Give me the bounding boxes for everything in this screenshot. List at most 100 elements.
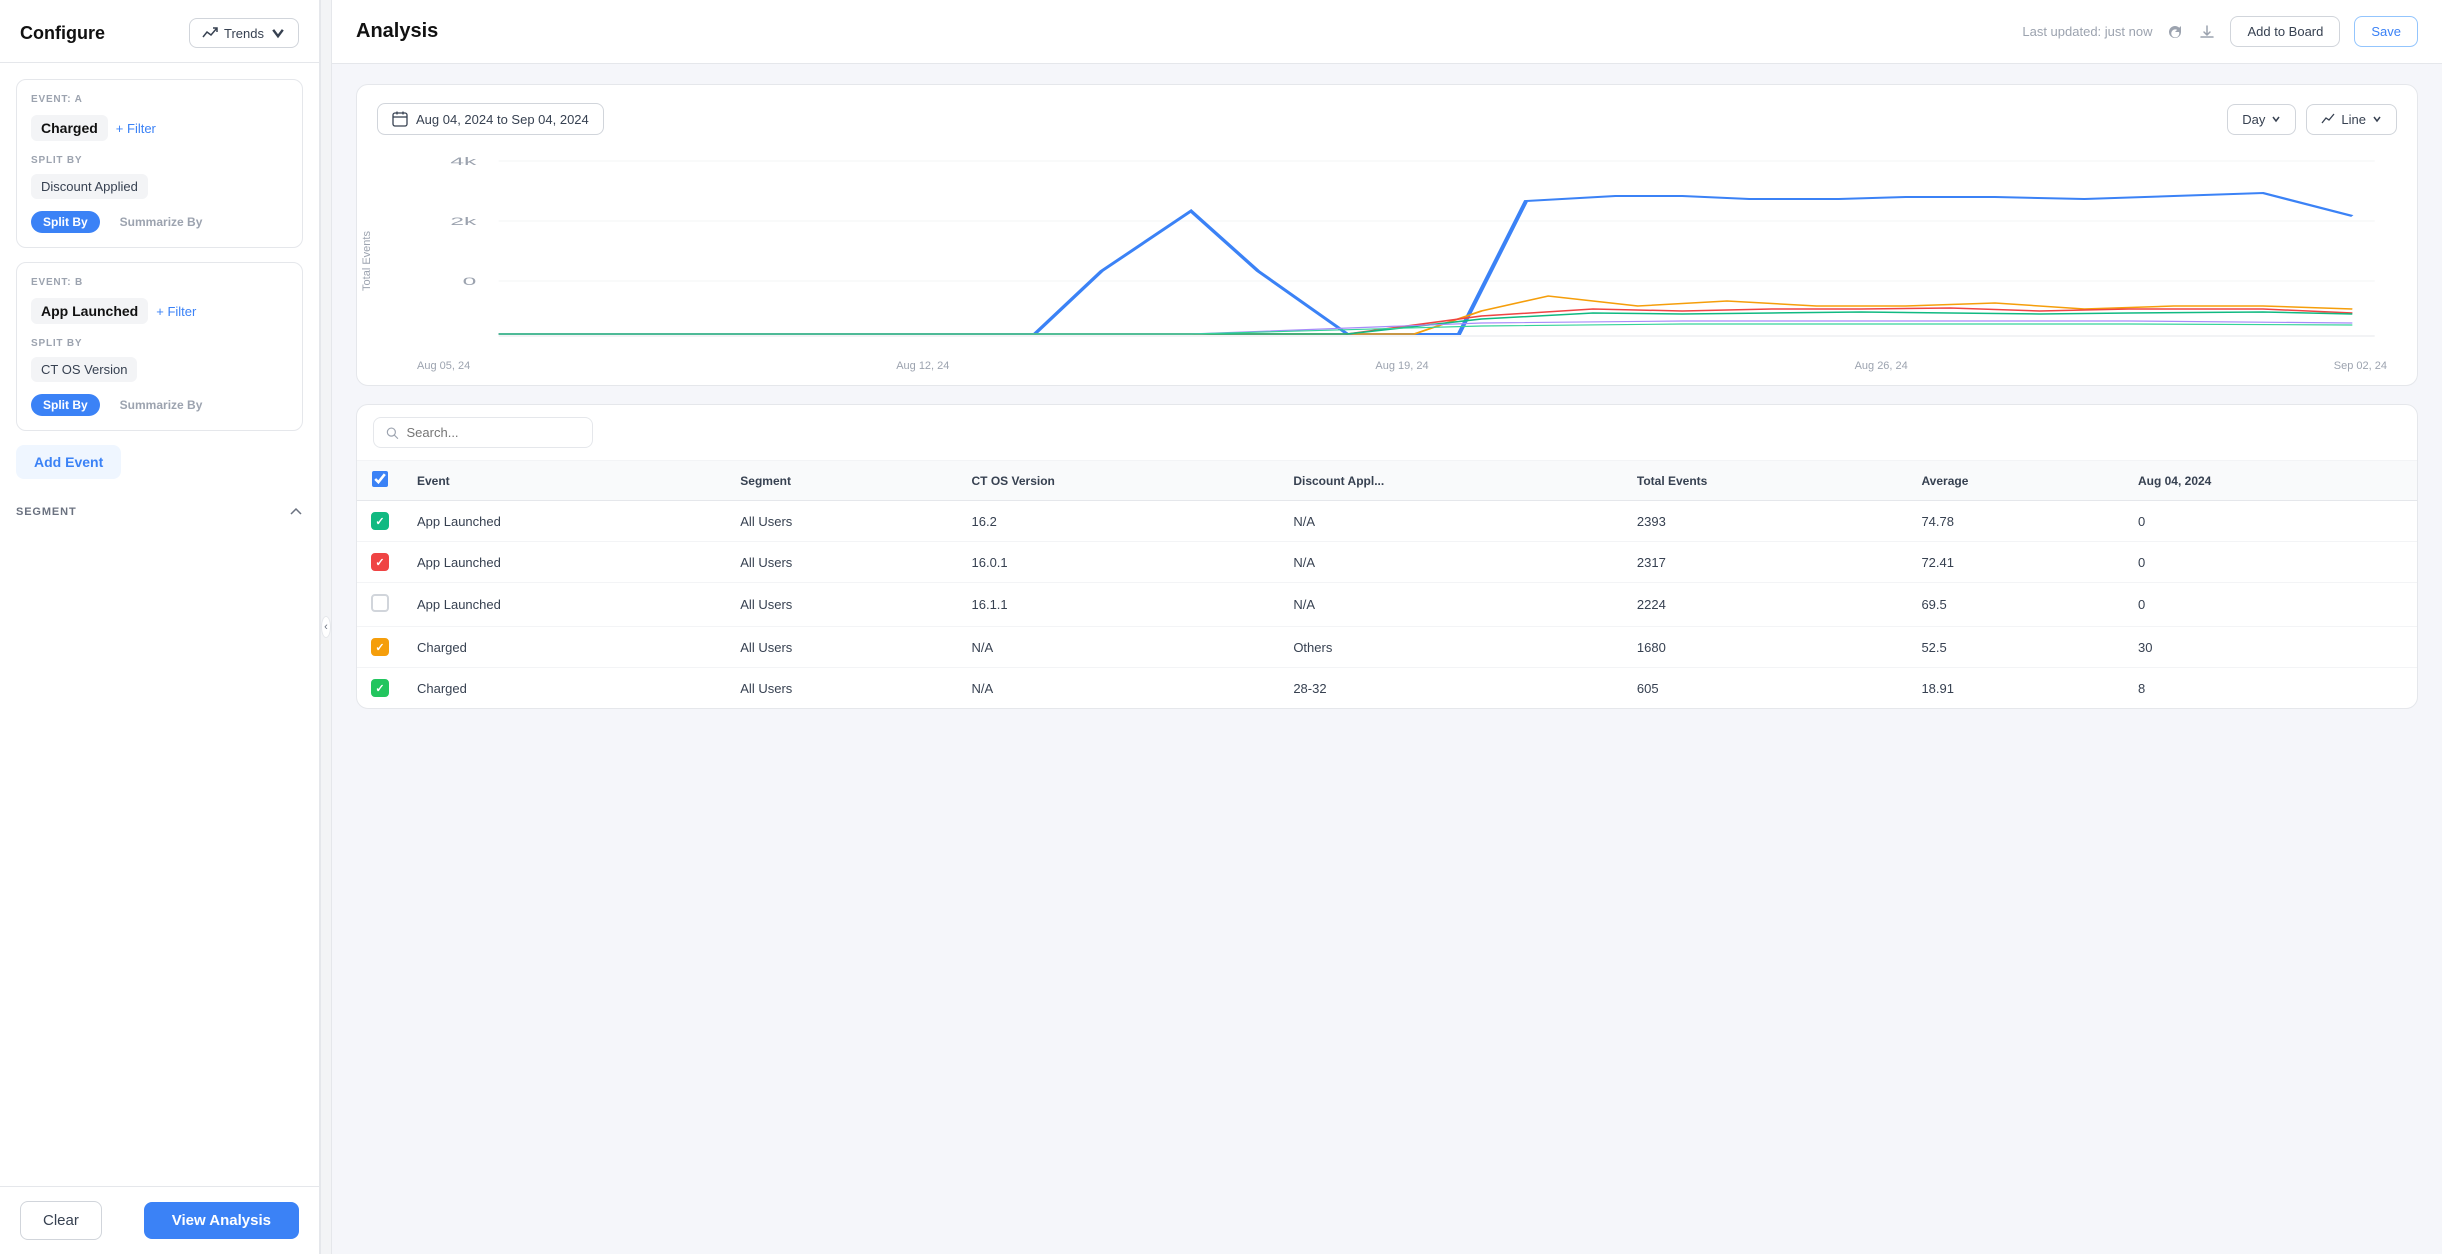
cell-average: 18.91 <box>1907 668 2124 709</box>
cell-discount: N/A <box>1279 542 1623 583</box>
results-table: Event Segment CT OS Version Discount App… <box>357 461 2417 708</box>
search-row <box>357 405 2417 461</box>
table-row: ✓ Charged All Users N/A Others 1680 52.5… <box>357 627 2417 668</box>
table-row: ✓ Charged All Users N/A 28-32 605 18.91 … <box>357 668 2417 709</box>
event-b-name-row: App Launched + Filter <box>31 298 288 324</box>
summarize-by-button-a[interactable]: Summarize By <box>108 211 215 233</box>
right-header-actions: Last updated: just now Add to Board Save <box>2022 16 2418 47</box>
split-by-button-b[interactable]: Split By <box>31 394 100 416</box>
col-discount: Discount Appl... <box>1279 461 1623 501</box>
save-button[interactable]: Save <box>2354 16 2418 47</box>
col-average: Average <box>1907 461 2124 501</box>
segment-header: SEGMENT <box>16 495 303 525</box>
select-all-cell <box>357 461 403 501</box>
event-b-label: EVENT: B <box>31 277 288 288</box>
event-b-name: App Launched <box>31 298 148 324</box>
cell-ct-os: 16.2 <box>958 501 1280 542</box>
trends-button[interactable]: Trends <box>189 18 299 48</box>
refresh-button[interactable] <box>2166 23 2184 41</box>
row-color-checkbox[interactable] <box>371 594 389 612</box>
y-axis-label: Total Events <box>361 231 373 291</box>
search-icon <box>386 426 399 440</box>
filter-b-button[interactable]: + Filter <box>156 304 196 319</box>
split-by-a-label: SPLIT BY <box>31 155 288 166</box>
row-color-checkbox[interactable]: ✓ <box>371 638 389 656</box>
chart-view-options: Day Line <box>2227 104 2397 135</box>
search-input[interactable] <box>407 425 580 440</box>
download-icon <box>2198 23 2216 41</box>
cell-event: App Launched <box>403 542 726 583</box>
segment-label: SEGMENT <box>16 506 77 518</box>
cell-event: App Launched <box>403 583 726 627</box>
download-button[interactable] <box>2198 23 2216 41</box>
cell-event: App Launched <box>403 501 726 542</box>
cell-total: 1680 <box>1623 627 1908 668</box>
select-all-checkbox[interactable] <box>372 471 388 487</box>
cell-event: Charged <box>403 668 726 709</box>
col-segment: Segment <box>726 461 957 501</box>
x-axis-labels: Aug 05, 24 Aug 12, 24 Aug 19, 24 Aug 26,… <box>387 356 2397 372</box>
row-checkbox-cell: ✓ <box>357 627 403 668</box>
event-a-name: Charged <box>31 115 108 141</box>
trends-icon <box>202 25 218 41</box>
split-by-button-a[interactable]: Split By <box>31 211 100 233</box>
analysis-title: Analysis <box>356 20 438 43</box>
date-range-button[interactable]: Aug 04, 2024 to Sep 04, 2024 <box>377 103 604 135</box>
cell-total: 2393 <box>1623 501 1908 542</box>
day-button[interactable]: Day <box>2227 104 2296 135</box>
chevron-up-icon <box>289 505 303 519</box>
table-header-row: Event Segment CT OS Version Discount App… <box>357 461 2417 501</box>
col-aug04: Aug 04, 2024 <box>2124 461 2417 501</box>
svg-text:2k: 2k <box>450 216 477 228</box>
event-a-label: EVENT: A <box>31 94 288 105</box>
add-to-board-button[interactable]: Add to Board <box>2230 16 2340 47</box>
cell-segment: All Users <box>726 668 957 709</box>
row-color-checkbox[interactable]: ✓ <box>371 553 389 571</box>
cell-average: 69.5 <box>1907 583 2124 627</box>
row-color-checkbox[interactable]: ✓ <box>371 679 389 697</box>
svg-text:0: 0 <box>463 276 477 288</box>
event-b-card: EVENT: B App Launched + Filter SPLIT BY … <box>16 262 303 431</box>
chart-card: Aug 04, 2024 to Sep 04, 2024 Day Line <box>356 84 2418 386</box>
cell-segment: All Users <box>726 627 957 668</box>
split-by-row-b: Split By Summarize By <box>31 394 288 416</box>
cell-aug04: 0 <box>2124 583 2417 627</box>
left-panel: Configure Trends EVENT: A Charged + Filt… <box>0 0 320 1254</box>
summarize-by-button-b[interactable]: Summarize By <box>108 394 215 416</box>
table-row: ✓ App Launched All Users 16.2 N/A 2393 7… <box>357 501 2417 542</box>
view-analysis-button[interactable]: View Analysis <box>144 1202 299 1239</box>
cell-average: 52.5 <box>1907 627 2124 668</box>
refresh-icon <box>2166 23 2184 41</box>
cell-aug04: 8 <box>2124 668 2417 709</box>
collapse-panel-button[interactable]: ‹ <box>321 616 331 638</box>
cell-total: 605 <box>1623 668 1908 709</box>
event-a-name-row: Charged + Filter <box>31 115 288 141</box>
filter-a-button[interactable]: + Filter <box>116 121 156 136</box>
chart-svg: 4k 2k 0 <box>387 151 2397 351</box>
col-event: Event <box>403 461 726 501</box>
search-wrap <box>373 417 593 448</box>
table-row: ✓ App Launched All Users 16.0.1 N/A 2317… <box>357 542 2417 583</box>
event-a-card: EVENT: A Charged + Filter SPLIT BY Disco… <box>16 79 303 248</box>
cell-discount: N/A <box>1279 583 1623 627</box>
cell-aug04: 0 <box>2124 542 2417 583</box>
add-event-button[interactable]: Add Event <box>16 445 121 479</box>
line-button[interactable]: Line <box>2306 104 2397 135</box>
row-color-checkbox[interactable]: ✓ <box>371 512 389 530</box>
split-value-a: Discount Applied <box>31 174 148 199</box>
chart-controls: Aug 04, 2024 to Sep 04, 2024 Day Line <box>377 103 2397 135</box>
cell-segment: All Users <box>726 583 957 627</box>
row-checkbox-cell: ✓ <box>357 542 403 583</box>
cell-discount: N/A <box>1279 501 1623 542</box>
clear-button[interactable]: Clear <box>20 1201 102 1240</box>
right-panel: Analysis Last updated: just now Add to B… <box>332 0 2442 1254</box>
cell-ct-os: 16.1.1 <box>958 583 1280 627</box>
cell-average: 74.78 <box>1907 501 2124 542</box>
cell-total: 2317 <box>1623 542 1908 583</box>
panel-divider[interactable]: ‹ <box>320 0 332 1254</box>
cell-discount: 28-32 <box>1279 668 1623 709</box>
row-checkbox-cell: ✓ <box>357 668 403 709</box>
cell-ct-os: 16.0.1 <box>958 542 1280 583</box>
cell-ct-os: N/A <box>958 668 1280 709</box>
chart-area: Total Events 4k 2k 0 <box>387 151 2397 371</box>
